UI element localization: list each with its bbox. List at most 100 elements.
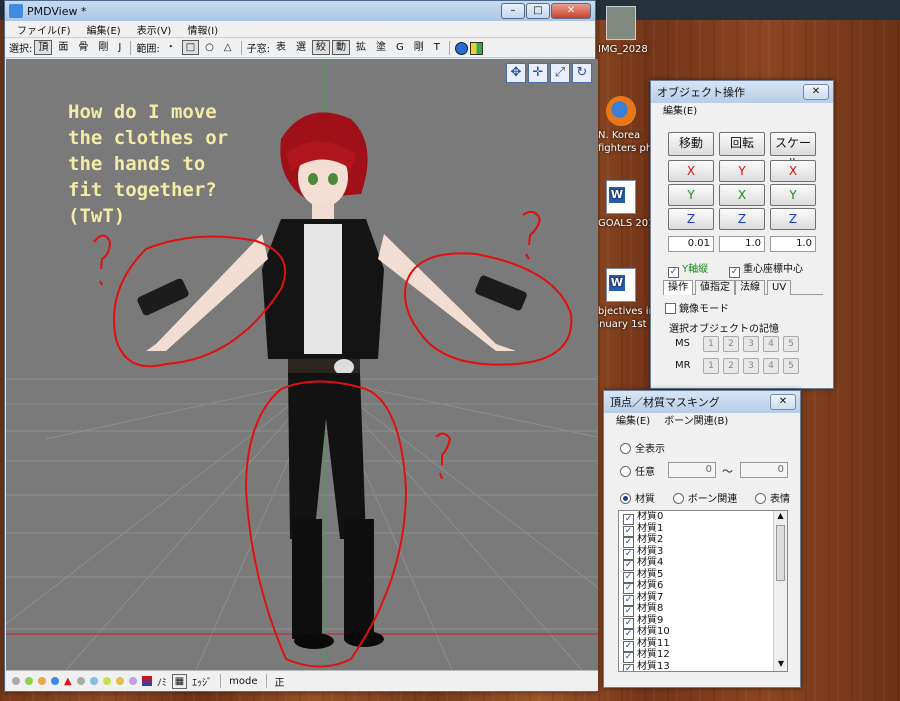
panel-menu-edit[interactable]: 編集(E) xyxy=(651,103,833,120)
select-vertex-button[interactable]: 頂 xyxy=(34,40,53,55)
subwin-move-button[interactable]: 動 xyxy=(331,40,350,55)
dot-gold-icon[interactable] xyxy=(115,677,124,685)
bone-radio[interactable]: ボーン関連 xyxy=(672,490,737,505)
ms-slot-5[interactable]: 5 xyxy=(783,336,799,352)
menu-info[interactable]: 情報(I) xyxy=(187,22,218,37)
subwin-filter-button[interactable]: 絞 xyxy=(311,40,330,55)
globe-icon[interactable] xyxy=(454,41,468,55)
mr-slot-5[interactable]: 5 xyxy=(783,358,799,374)
range-circle-button[interactable]: ○ xyxy=(201,40,218,55)
move-z-button[interactable]: Z xyxy=(668,208,714,230)
range-triangle-button[interactable]: △ xyxy=(220,40,236,55)
title-bar[interactable]: PMDView * – □ ✕ xyxy=(5,1,595,21)
grid-view-icon[interactable] xyxy=(469,41,483,55)
menu-file[interactable]: ファイル(F) xyxy=(17,22,71,37)
tab-normal[interactable]: 法線 xyxy=(735,280,765,295)
tab-operation[interactable]: 操作 xyxy=(663,280,693,295)
3d-viewport[interactable]: How do I move the clothes or the hands t… xyxy=(6,59,598,670)
move-x-button[interactable]: X xyxy=(668,160,714,182)
scale-x-button[interactable]: X xyxy=(770,160,816,182)
maximize-button[interactable]: □ xyxy=(526,3,550,19)
dot-gray-icon[interactable] xyxy=(12,677,20,685)
list-item[interactable]: ✓ 材質4 xyxy=(619,557,787,571)
ms-slot-2[interactable]: 2 xyxy=(723,336,739,352)
rotate-x-button[interactable]: X xyxy=(719,184,765,206)
select-bone-button[interactable]: 骨 xyxy=(74,40,92,55)
scale-z-button[interactable]: Z xyxy=(770,208,816,230)
scroll-up-icon[interactable]: ▲ xyxy=(774,511,787,523)
subwin-g-button[interactable]: G xyxy=(392,40,408,55)
arbitrary-radio[interactable]: 任意 xyxy=(620,463,655,478)
dot-blue-icon[interactable] xyxy=(51,677,59,685)
select-joint-button[interactable]: J xyxy=(114,40,125,55)
move-button[interactable]: 移動 xyxy=(668,132,714,156)
menu-bone[interactable]: ボーン関連(B) xyxy=(664,413,728,430)
desktop-icon-img2028[interactable]: IMG_2028 xyxy=(598,6,668,56)
material-radio[interactable]: 材質 xyxy=(620,490,655,505)
close-button[interactable]: ✕ xyxy=(551,3,591,19)
dot-purple-icon[interactable] xyxy=(128,677,137,685)
color-swatch-icon[interactable] xyxy=(141,676,152,686)
menu-edit[interactable]: 編集(E) xyxy=(87,22,121,37)
checkbox-checked-icon[interactable]: ✓ xyxy=(623,663,634,671)
select-face-button[interactable]: 面 xyxy=(54,40,72,55)
show-all-radio[interactable]: 全表示 xyxy=(620,440,665,455)
list-item[interactable]: ✓ 材質0 xyxy=(619,511,787,525)
range-point-button[interactable]: ・ xyxy=(162,40,180,55)
list-item[interactable]: ✓ 材質10 xyxy=(619,626,787,640)
material-list[interactable]: ✓ 材質0 ✓ 材質1 ✓ 材質2 ✓ 材質3 ✓ 材質4 ✓ 材質5 ✓ 材質6 ✓ 材質7 ✓ 材質8 ✓ 材質9… xyxy=(618,510,788,672)
dot-green-icon[interactable] xyxy=(25,677,33,685)
range-from-field[interactable]: 0 xyxy=(668,462,716,478)
list-item[interactable]: ✓ 材質1 xyxy=(619,523,787,537)
range-rect-button[interactable]: □ xyxy=(181,40,200,55)
list-scrollbar[interactable]: ▲ ▼ xyxy=(773,511,787,671)
scroll-thumb[interactable] xyxy=(776,525,785,581)
rotate-button[interactable]: 回転 xyxy=(719,132,765,156)
list-item[interactable]: ✓ 材質8 xyxy=(619,603,787,617)
scroll-down-icon[interactable]: ▼ xyxy=(774,659,787,671)
list-item[interactable]: ✓ 材質6 xyxy=(619,580,787,594)
subwin-paint-button[interactable]: 塗 xyxy=(372,40,390,55)
ms-slot-3[interactable]: 3 xyxy=(743,336,759,352)
zoom-icon[interactable]: ⤢ xyxy=(550,63,570,83)
mr-slot-3[interactable]: 3 xyxy=(743,358,759,374)
list-item[interactable]: ✓ 材質12 xyxy=(619,649,787,663)
centroid-center-checkbox[interactable]: ✓ 重心座標中心 xyxy=(729,260,803,278)
list-item[interactable]: ✓ 材質13 xyxy=(619,661,787,671)
scale-button[interactable]: スケール xyxy=(770,132,816,170)
close-icon[interactable]: ✕ xyxy=(770,394,796,410)
status-edge[interactable]: ｴｯｼﾞ xyxy=(192,674,212,689)
subwin-zoom-button[interactable]: 拡 xyxy=(352,40,370,55)
rotate-step-field[interactable]: 1.0 xyxy=(719,236,765,252)
wireframe-toggle-icon[interactable]: ▦ xyxy=(171,673,188,689)
dot-gray2-icon[interactable] xyxy=(76,677,85,685)
pan-icon[interactable]: ✛ xyxy=(528,63,548,83)
list-item[interactable]: ✓ 材質5 xyxy=(619,569,787,583)
rotate-y-button[interactable]: Y xyxy=(719,160,765,182)
subwin-table-button[interactable]: 表 xyxy=(272,40,290,55)
scale-step-field[interactable]: 1.0 xyxy=(770,236,816,252)
subwin-t-button[interactable]: T xyxy=(430,40,444,55)
minimize-button[interactable]: – xyxy=(501,3,525,19)
move-y-button[interactable]: Y xyxy=(668,184,714,206)
ms-slot-4[interactable]: 4 xyxy=(763,336,779,352)
subwin-rigid-button[interactable]: 剛 xyxy=(410,40,428,55)
subwin-select-button[interactable]: 選 xyxy=(292,40,310,55)
range-to-field[interactable]: 0 xyxy=(740,462,788,478)
status-sep-char[interactable]: 正 xyxy=(275,674,285,689)
list-item[interactable]: ✓ 材質3 xyxy=(619,546,787,560)
move-step-field[interactable]: 0.01 xyxy=(668,236,714,252)
menu-view[interactable]: 表示(V) xyxy=(137,22,172,37)
triangle-icon[interactable]: ▲ xyxy=(64,676,72,687)
mirror-mode-checkbox[interactable]: 鏡像モード xyxy=(665,300,729,315)
tab-value[interactable]: 値指定 xyxy=(695,280,735,295)
list-item[interactable]: ✓ 材質2 xyxy=(619,534,787,548)
scale-y-button[interactable]: Y xyxy=(770,184,816,206)
list-item[interactable]: ✓ 材質11 xyxy=(619,638,787,652)
dot-cyan-icon[interactable] xyxy=(89,677,98,685)
select-rigid-button[interactable]: 剛 xyxy=(94,40,112,55)
close-icon[interactable]: ✕ xyxy=(803,84,829,100)
mr-slot-2[interactable]: 2 xyxy=(723,358,739,374)
expression-radio[interactable]: 表情 xyxy=(755,490,790,505)
move-cross-icon[interactable]: ✥ xyxy=(506,63,526,83)
